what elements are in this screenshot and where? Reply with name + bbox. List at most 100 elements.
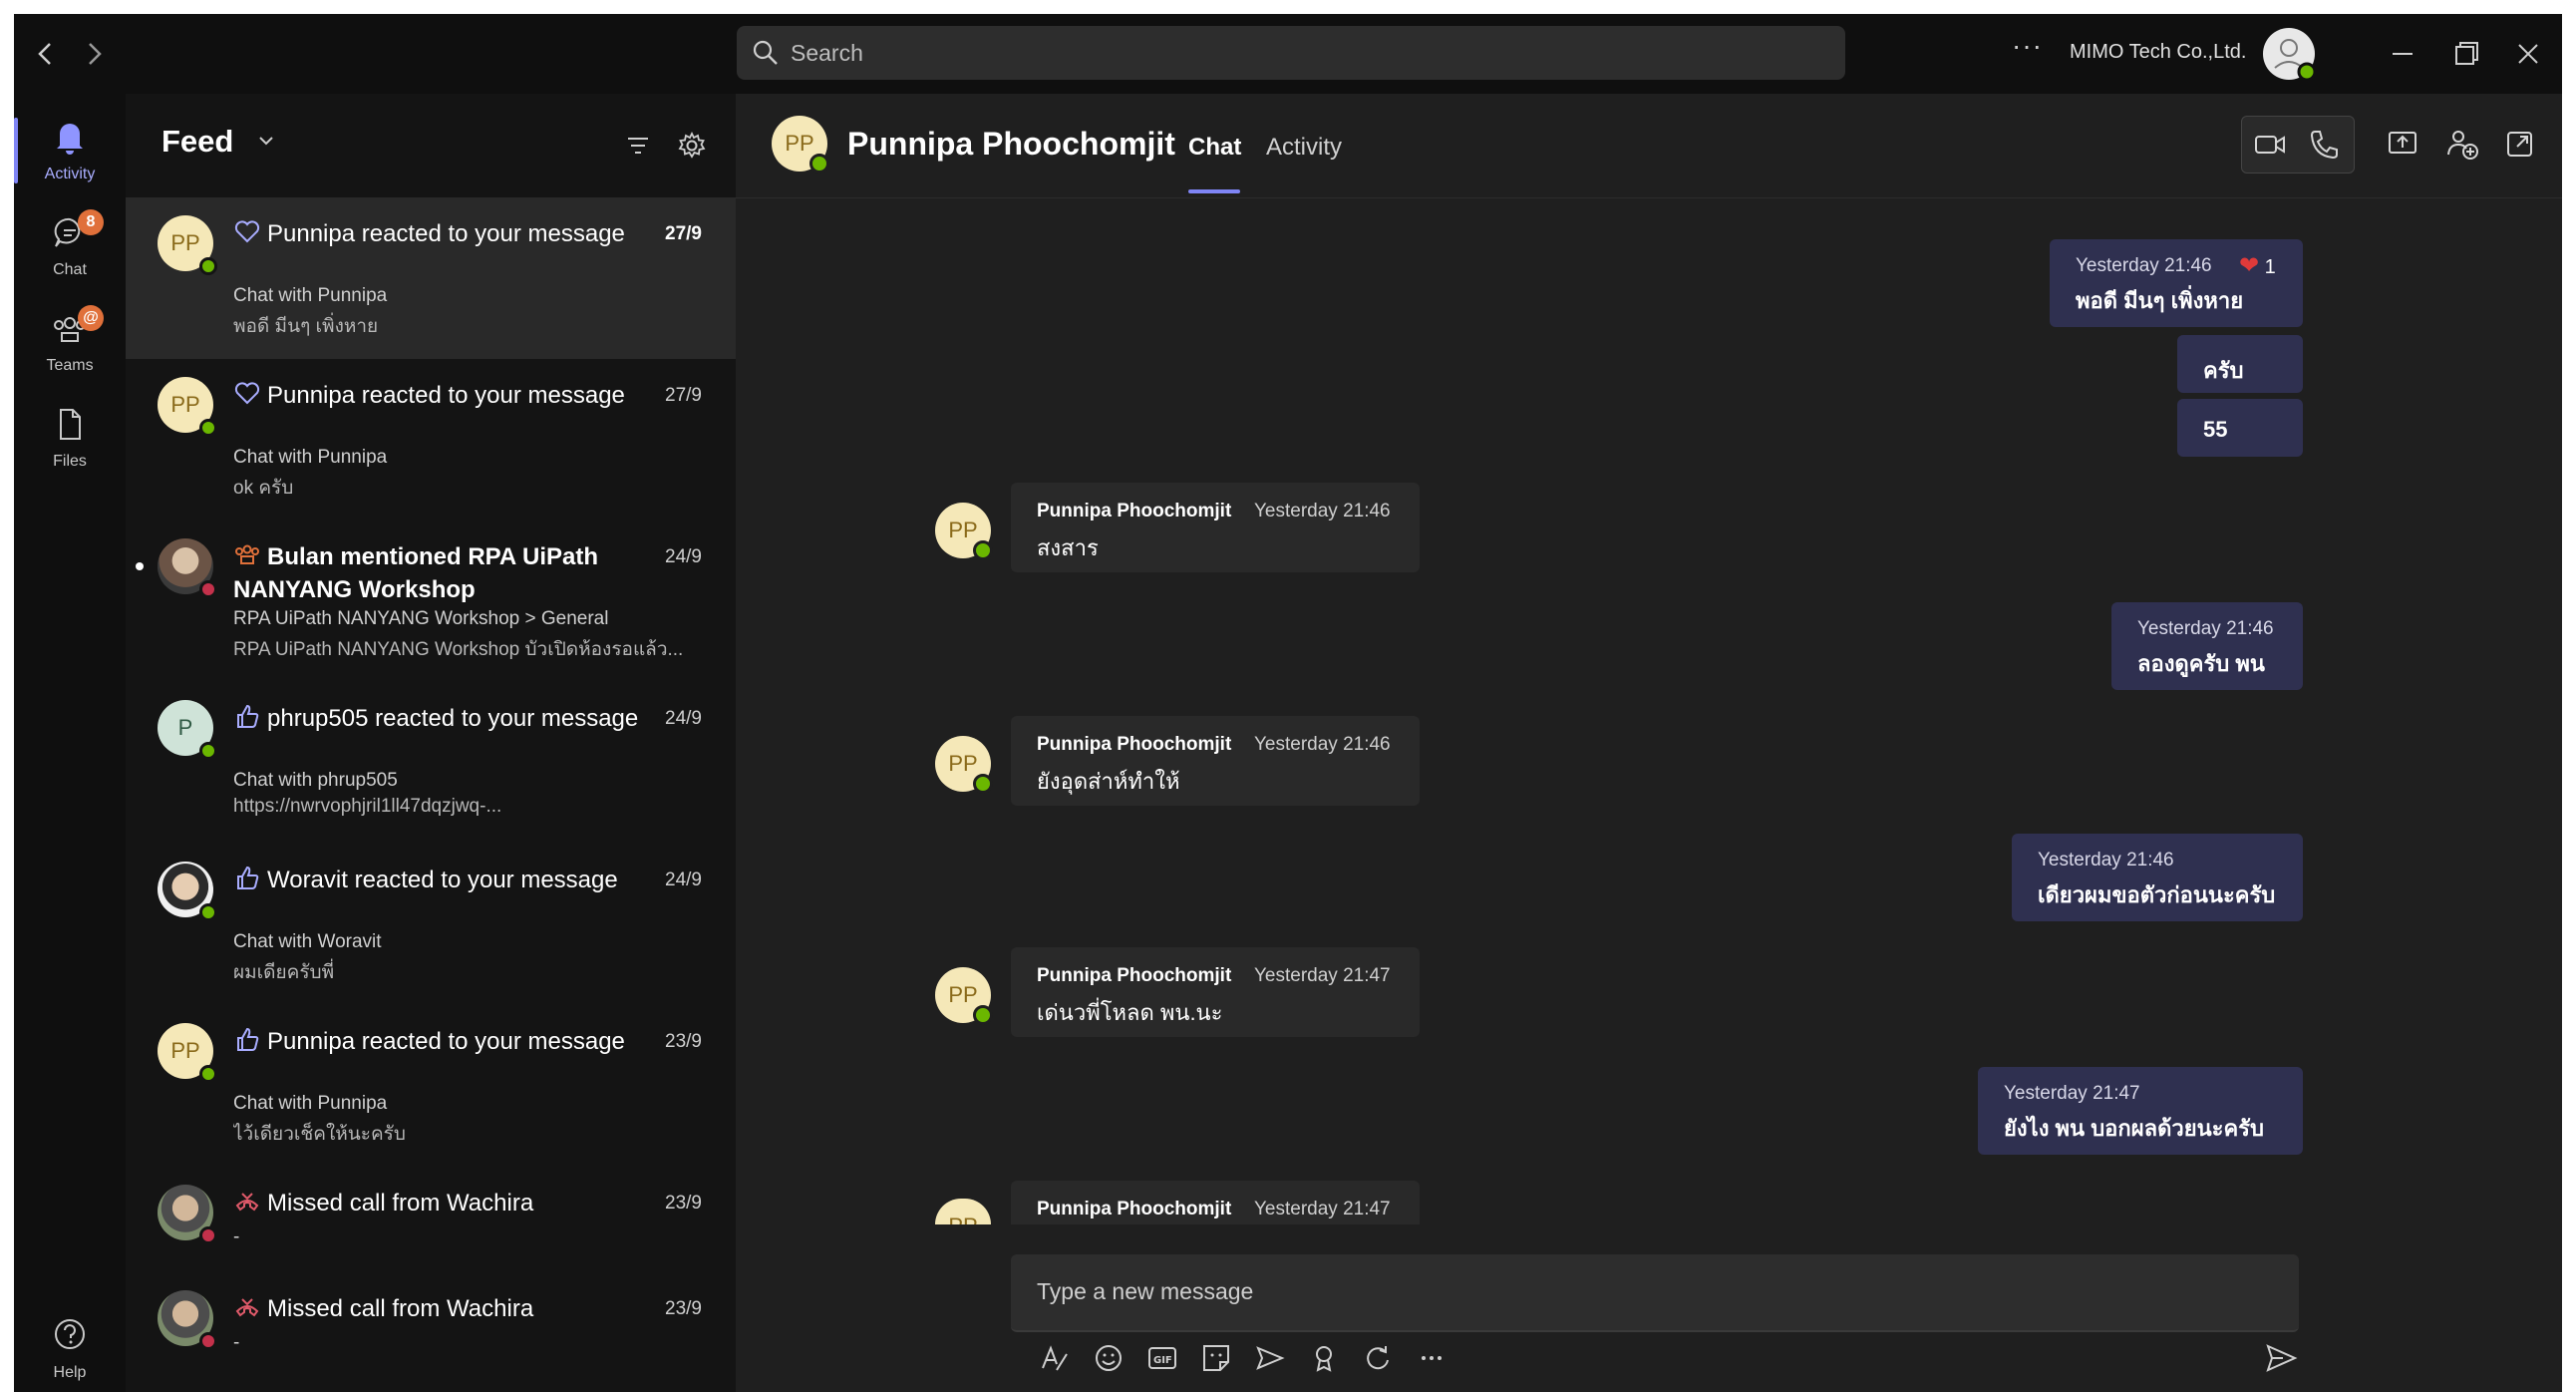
message-text: ครับ [2203,358,2244,383]
schedule-send-icon[interactable] [1252,1340,1288,1376]
gear-icon[interactable] [676,130,708,162]
feed-item-preview: https://nwrvophjril1ll47dqzjwq-... [233,796,502,817]
format-icon[interactable] [1037,1340,1073,1376]
presence-available [199,742,217,760]
compose-placeholder: Type a new message [1037,1278,1254,1304]
sticker-icon[interactable] [1198,1340,1234,1376]
back-arrow-icon[interactable] [28,36,64,72]
feed-item[interactable]: Missed call from Wachira 23/9 - [126,1272,736,1378]
send-icon[interactable] [2263,1340,2299,1376]
loop-icon[interactable] [1360,1340,1396,1376]
minimize-icon[interactable] [2383,34,2422,74]
message-compose-box[interactable]: Type a new message [1011,1254,2299,1332]
feed-item-context: Chat with Punnipa [233,1093,388,1114]
message-time: Yesterday 21:46 [1254,734,1391,755]
feed-item-title: Missed call from Wachira [267,1190,534,1217]
chat-header: PP Punnipa Phoochomjit Chat Activity [736,94,2562,198]
filter-icon[interactable] [622,130,654,162]
pop-out-icon[interactable] [2500,124,2540,164]
avatar[interactable]: PP [935,1199,991,1224]
rail-item-teams[interactable]: @ Teams [14,299,126,389]
app-rail: Activity 8 Chat @ Teams Files Help [14,94,126,1392]
avatar[interactable]: PP [772,116,829,174]
message-outgoing[interactable]: Yesterday 21:46 ❤ 1 พอดี มีนๆ เพิ่งหาย [2050,239,2303,327]
video-call-icon[interactable] [2250,125,2290,165]
presence-busy [199,1332,217,1350]
rail-label-chat: Chat [53,261,87,278]
title-bar: Search ··· MIMO Tech Co.,Ltd. [14,14,2562,94]
rail-label-files: Files [53,453,87,470]
feed-title[interactable]: Feed [161,124,233,160]
tab-activity[interactable]: Activity [1266,134,1342,162]
message-outgoing[interactable]: Yesterday 21:47 ยังไง พน บอกผลด้วยนะครับ [1978,1067,2303,1155]
message-text: ยังอุดส่าห์ทำให้ [1037,769,1180,794]
rail-item-files[interactable]: Files [14,395,126,485]
more-options-button[interactable]: ··· [2012,30,2043,62]
feed-item-title-wrap: Punnipa reacted to your message [233,1025,652,1058]
like-outline-icon [237,1027,259,1051]
feed-item-context: Chat with Punnipa [233,285,388,306]
reaction[interactable]: ❤ 1 [2239,251,2276,280]
feed-item-date: 27/9 [665,223,702,244]
feed-item-title-wrap: Missed call from Wachira [233,1292,652,1325]
feed-item[interactable]: PP Punnipa reacted to your message 23/9 … [126,1005,736,1167]
feed-item[interactable]: P phrup505 reacted to your message 24/9 … [126,682,736,844]
heart-outline-icon [234,382,260,405]
rail-item-chat[interactable]: 8 Chat [14,203,126,293]
emoji-icon[interactable] [1091,1340,1127,1376]
message-outgoing[interactable]: 55 [2177,399,2303,457]
rail-item-help[interactable]: Help [14,1306,126,1392]
message-outgoing[interactable]: Yesterday 21:46 เดียวผมขอตัวก่อนนะครับ [2012,834,2303,921]
message-text: เดียวผมขอตัวก่อนนะครับ [2038,882,2276,907]
feed-item-context: RPA UiPath NANYANG Workshop > General [233,608,609,629]
message-incoming[interactable]: Punnipa Phoochomjit Yesterday 21:47 เด่น… [1011,947,1420,1037]
feed-item[interactable]: PP Punnipa reacted to your message 27/9 … [126,197,736,359]
feed-item-title: Punnipa reacted to your message [267,220,625,247]
avatar[interactable]: PP [935,736,993,794]
message-incoming[interactable]: Punnipa Phoochomjit Yesterday 21:46 ยังอ… [1011,716,1420,806]
chevron-down-icon[interactable] [255,130,277,158]
unread-dot [136,562,144,570]
profile-avatar[interactable] [2263,28,2317,82]
audio-call-icon[interactable] [2304,125,2344,165]
message-text: เด่นวพี่โหลด พน.นะ [1037,1000,1223,1025]
feed-item[interactable]: Missed call from Wachira 23/9 - [126,1167,736,1272]
restore-icon[interactable] [2446,34,2486,74]
feed-item-title: Woravit reacted to your message [267,867,618,893]
rail-label-help: Help [53,1364,87,1381]
feed-item-date: 24/9 [665,546,702,567]
share-screen-icon[interactable] [2383,124,2422,164]
message-time: Yesterday 21:47 [2004,1083,2140,1104]
feed-item[interactable]: Bulan mentioned RPA UiPath NANYANG Works… [126,521,736,682]
tab-chat[interactable]: Chat [1188,134,1241,162]
praise-icon[interactable] [1306,1340,1342,1376]
close-icon[interactable] [2508,34,2548,74]
feed-item-title-wrap: Missed call from Wachira [233,1187,652,1219]
presence-available [199,1065,217,1083]
heart-outline-icon [234,220,260,243]
message-outgoing[interactable]: Yesterday 21:46 ลองดูครับ พน [2111,602,2303,690]
feed-item-context: Chat with Woravit [233,931,382,952]
avatar-initials: PP [948,518,978,542]
feed-item[interactable]: Woravit reacted to your message 24/9 Cha… [126,844,736,1005]
gif-icon[interactable]: GIF [1144,1340,1180,1376]
avatar[interactable]: PP [935,967,993,1025]
message-outgoing[interactable]: ครับ [2177,335,2303,393]
feed-item-date: 27/9 [665,385,702,406]
feed-item[interactable]: PP Punnipa reacted to your message 27/9 … [126,359,736,521]
feed-item-context: - [233,1226,240,1247]
message-incoming[interactable]: Punnipa Phoochomjit Yesterday 21:46 สงสา… [1011,483,1420,572]
call-buttons [2241,116,2355,174]
like-outline-icon [237,866,259,889]
rail-item-activity[interactable]: Activity [14,108,126,197]
presence-available [973,1005,993,1025]
org-name[interactable]: MIMO Tech Co.,Ltd. [2070,41,2246,64]
search-box[interactable]: Search [737,26,1845,80]
message-time: Yesterday 21:46 [2076,255,2212,276]
message-sender: Punnipa Phoochomjit [1037,501,1232,522]
forward-arrow-icon[interactable] [76,36,112,72]
message-incoming[interactable]: Punnipa Phoochomjit Yesterday 21:47 [1011,1181,1420,1224]
add-people-icon[interactable] [2442,124,2482,164]
avatar[interactable]: PP [935,503,993,560]
more-icon[interactable] [1414,1340,1449,1376]
